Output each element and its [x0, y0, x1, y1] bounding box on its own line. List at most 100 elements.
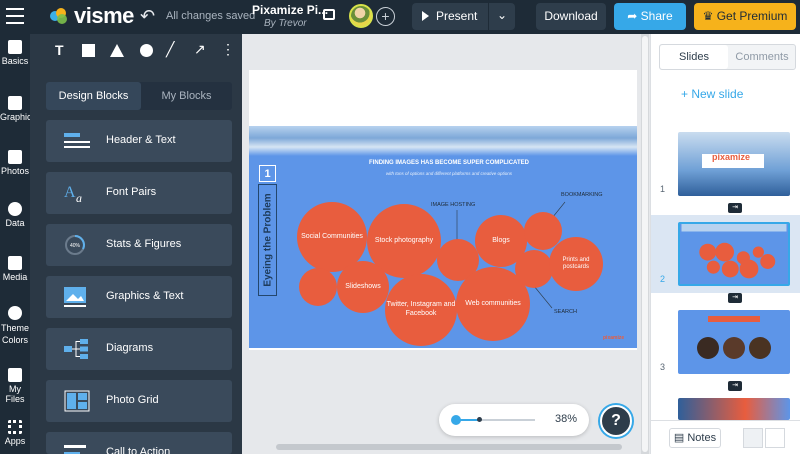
rectangle-tool-icon[interactable] — [82, 44, 95, 57]
zoom-slider-thumb[interactable] — [477, 417, 482, 422]
share-button[interactable]: ➦ Share — [614, 3, 686, 30]
stats-figures-icon: 40% — [65, 235, 85, 255]
graphics-text-icon — [64, 287, 86, 307]
rail-label: Photos — [0, 166, 30, 176]
premium-label: Get Premium — [716, 9, 788, 23]
tab-slides[interactable]: Slides — [660, 45, 728, 69]
rail-label: Apps — [4, 436, 26, 446]
block-call-to-action[interactable]: Call to Action — [46, 432, 232, 454]
apps-icon — [8, 420, 22, 434]
new-slide-button[interactable]: + New slide — [681, 87, 743, 101]
block-label: Diagrams — [106, 342, 154, 354]
grid-view-icon[interactable] — [743, 428, 763, 448]
help-button[interactable]: ? — [600, 405, 632, 437]
svg-text:A: A — [64, 184, 76, 201]
call-to-action-icon — [64, 445, 86, 454]
header-text-icon — [64, 133, 90, 148]
present-label: Present — [436, 9, 478, 23]
circle-tool-icon[interactable] — [140, 44, 153, 57]
list-view-icon[interactable] — [765, 428, 785, 448]
top-bar: visme ↶ All changes saved Pixamize Pi...… — [0, 0, 800, 34]
thumb-number: 1 — [660, 184, 666, 194]
vertical-scrollbar[interactable] — [641, 34, 649, 454]
block-header-text[interactable]: Header & Text — [46, 120, 232, 162]
menu-icon[interactable] — [6, 8, 24, 24]
block-label: Stats & Figures — [106, 238, 182, 250]
left-rail: Basics Graphics Photos Data Media Theme … — [0, 34, 36, 454]
slide-logo: pixamize — [603, 335, 625, 341]
label-bookmarking: BOOKMARKING — [561, 192, 603, 198]
download-button[interactable]: Download — [536, 3, 606, 30]
tab-comments[interactable]: Comments — [728, 45, 796, 69]
zoom-slider-handle[interactable] — [451, 415, 461, 425]
premium-button[interactable]: ♛ Get Premium — [694, 3, 796, 30]
rail-basics[interactable]: Basics — [0, 40, 30, 66]
insert-slide-icon[interactable]: ⇥ — [728, 293, 742, 303]
save-status: All changes saved — [166, 10, 256, 22]
present-dropdown-button[interactable]: ⌄ — [489, 3, 515, 30]
block-label: Photo Grid — [106, 394, 159, 406]
notes-icon: ▤ — [673, 432, 688, 444]
bubble-small-1 — [299, 268, 337, 306]
rail-my-files[interactable]: My Files — [0, 368, 30, 404]
arrow-tool-icon[interactable]: ↗ — [194, 41, 206, 58]
crown-icon: ♛ — [702, 9, 717, 23]
theme-colors-icon — [8, 306, 22, 320]
rail-photos[interactable]: Photos — [0, 150, 30, 176]
thumb-bubbles — [681, 224, 787, 279]
slides-tabs: Slides Comments — [659, 44, 796, 70]
project-title[interactable]: Pixamize Pi... — [252, 3, 328, 17]
label-image-hosting: IMAGE HOSTING — [431, 202, 476, 208]
block-photo-grid[interactable]: Photo Grid — [46, 380, 232, 422]
slides-footer: ▤ Notes — [651, 420, 800, 454]
undo-icon[interactable]: ↶ — [140, 6, 155, 27]
font-pairs-icon: Aa — [64, 184, 82, 204]
thumb-number: 2 — [660, 274, 666, 284]
chevron-down-icon: ⌄ — [496, 8, 508, 22]
present-button[interactable]: Present — [412, 3, 488, 30]
block-font-pairs[interactable]: Aa Font Pairs — [46, 172, 232, 214]
tab-my-blocks[interactable]: My Blocks — [141, 82, 232, 110]
logo-text: visme — [74, 3, 134, 28]
zoom-control: 38% — [439, 404, 589, 436]
rail-theme-colors[interactable]: Theme Colors — [0, 306, 30, 346]
thumb-photos — [697, 316, 771, 359]
thumb-logo: pixamize — [712, 152, 751, 162]
bubble-small-4 — [515, 250, 553, 288]
horizontal-scrollbar[interactable] — [276, 444, 622, 450]
rail-apps[interactable]: Apps — [0, 420, 30, 446]
rail-media[interactable]: Media — [0, 256, 30, 282]
insert-slide-icon[interactable]: ⇥ — [728, 203, 742, 213]
notes-button[interactable]: ▤ Notes — [669, 428, 721, 448]
block-graphics-text[interactable]: Graphics & Text — [46, 276, 232, 318]
share-icon: ➦ — [627, 9, 641, 23]
label-search: SEARCH — [554, 309, 577, 315]
bubble-twitter: Twitter, Instagram and Facebook — [385, 274, 457, 346]
slide-thumbnail-1[interactable]: pixamize — [678, 132, 790, 196]
block-stats-figures[interactable]: 40% Stats & Figures — [46, 224, 232, 266]
block-diagrams[interactable]: Diagrams — [46, 328, 232, 370]
avatar[interactable] — [349, 4, 373, 28]
rail-label: Media — [2, 272, 28, 282]
notes-label: Notes — [687, 432, 717, 444]
text-tool-icon[interactable]: T — [55, 42, 64, 58]
svg-text:a: a — [76, 191, 82, 204]
rail-data[interactable]: Data — [0, 202, 30, 228]
stats-badge: 40% — [70, 243, 81, 249]
triangle-tool-icon[interactable] — [110, 44, 124, 57]
more-icon[interactable]: ⋮ — [221, 41, 235, 58]
line-tool-icon[interactable]: ╱ — [166, 41, 174, 58]
rail-label: Basics — [1, 56, 29, 66]
comment-icon[interactable] — [323, 9, 335, 20]
slide-thumbnail-4[interactable] — [678, 398, 790, 420]
slide-canvas[interactable]: 1 Eyeing the Problem FINDING IMAGES HAS … — [249, 126, 637, 348]
slide-thumbnail-2[interactable] — [678, 222, 790, 286]
rail-label: Theme Colors — [0, 323, 29, 345]
share-label: Share — [640, 9, 673, 23]
rail-graphics[interactable]: Graphics — [0, 96, 36, 122]
tab-design-blocks[interactable]: Design Blocks — [46, 82, 141, 110]
thumb-number: 3 — [660, 362, 666, 372]
slide-thumbnail-3[interactable] — [678, 310, 790, 374]
insert-slide-icon[interactable]: ⇥ — [728, 381, 742, 391]
add-collaborator-icon[interactable]: + — [376, 7, 395, 26]
